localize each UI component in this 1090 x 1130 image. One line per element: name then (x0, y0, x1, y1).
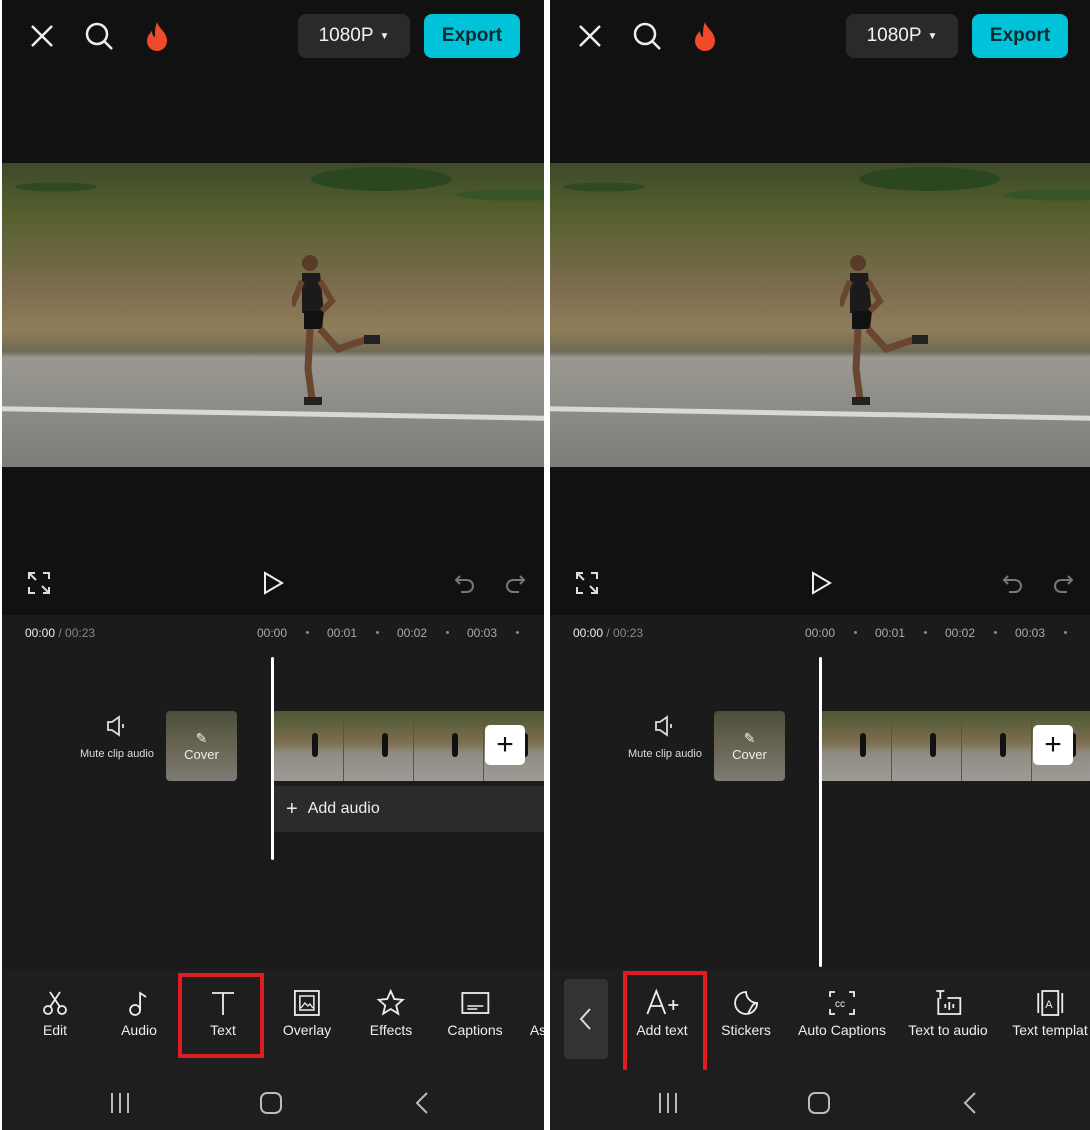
auto-captions-icon: cc (829, 991, 855, 1015)
tick-dot (446, 631, 449, 634)
close-icon[interactable] (24, 18, 60, 54)
svg-text:cc: cc (835, 999, 845, 1010)
tick-label: 00:00 (805, 626, 836, 640)
tick-label: 00:00 (257, 626, 288, 640)
speaker-icon (107, 715, 124, 737)
runner-figure (292, 255, 380, 405)
add-audio-button[interactable]: + Add audio (274, 786, 544, 832)
plus-icon: + (286, 797, 298, 820)
chevron-left-icon (579, 1008, 591, 1030)
overlay-icon (294, 990, 320, 1016)
tool-edit[interactable]: Edit (40, 988, 70, 1038)
add-clip-button[interactable]: + (1033, 725, 1073, 765)
cover-label: Cover (184, 747, 219, 762)
home-icon[interactable] (257, 1090, 285, 1116)
tool-text-template[interactable]: A Text templat (1012, 988, 1088, 1038)
text-template-icon: A (1037, 990, 1063, 1016)
svg-text:A: A (1045, 999, 1053, 1011)
search-icon[interactable] (81, 18, 117, 54)
resolution-value: 1080P (318, 25, 374, 46)
caret-down-icon: ▼ (927, 30, 938, 42)
cover-button[interactable]: ✎ Cover (166, 711, 237, 781)
tick-dot (516, 631, 519, 634)
edit-pencil-icon: ✎ (743, 730, 756, 746)
caret-down-icon: ▼ (379, 30, 390, 42)
scissors-icon (43, 991, 67, 1015)
flame-icon[interactable] (687, 18, 723, 54)
mute-label: Mute clip audio (80, 748, 154, 760)
tool-stickers[interactable]: Stickers (721, 988, 771, 1038)
play-icon[interactable] (260, 570, 286, 596)
cover-label: Cover (732, 747, 767, 762)
add-clip-button[interactable]: + (485, 725, 525, 765)
tool-audio[interactable]: Audio (121, 988, 157, 1038)
tool-overlay[interactable]: Overlay (283, 988, 331, 1038)
back-icon[interactable] (957, 1090, 985, 1116)
resolution-dropdown[interactable]: 1080P ▼ (846, 14, 958, 58)
mute-label: Mute clip audio (628, 748, 702, 760)
playhead[interactable] (271, 657, 274, 860)
video-preview[interactable] (550, 163, 1090, 467)
undo-icon[interactable] (1000, 570, 1026, 596)
editor-screen-main: 1080P ▼ Export 00:00 / 00:23 00:00 00:01 … (2, 0, 544, 1130)
undo-icon[interactable] (452, 570, 478, 596)
resolution-value: 1080P (866, 25, 922, 46)
runner-figure (840, 255, 928, 405)
recent-apps-icon[interactable] (654, 1090, 682, 1116)
toolbar-back-button[interactable] (564, 979, 608, 1059)
export-button[interactable]: Export (424, 14, 520, 58)
music-note-icon (129, 991, 147, 1016)
speaker-icon (655, 715, 672, 737)
redo-icon[interactable] (502, 570, 528, 596)
tool-auto-captions[interactable]: cc Auto Captions (798, 988, 886, 1038)
tick-dot (376, 631, 379, 634)
tool-effects[interactable]: Effects (370, 988, 412, 1038)
tool-aspect[interactable]: As (523, 988, 544, 1038)
mute-clip-audio-button[interactable]: Mute clip audio (610, 714, 720, 760)
search-icon[interactable] (629, 18, 665, 54)
recent-apps-icon[interactable] (106, 1090, 134, 1116)
highlight-box (178, 973, 264, 1058)
home-icon[interactable] (805, 1090, 833, 1116)
tool-text-to-audio[interactable]: Text to audio (908, 988, 988, 1038)
flame-icon[interactable] (139, 18, 175, 54)
resolution-dropdown[interactable]: 1080P ▼ (298, 14, 410, 58)
close-icon[interactable] (572, 18, 608, 54)
sticker-icon (734, 991, 758, 1015)
tick-dot (1064, 631, 1067, 634)
time-readout: 00:00 / 00:23 (573, 626, 644, 640)
editor-screen-text: 1080P ▼ Export 00:00 / 00:23 00:00 00:01 … (550, 0, 1090, 1130)
tick-label: 00:01 (327, 626, 358, 640)
aspect-icon (523, 988, 544, 1018)
text-to-audio-icon (935, 990, 961, 1015)
edit-pencil-icon: ✎ (195, 730, 208, 746)
tick-dot (854, 631, 857, 634)
playhead[interactable] (819, 657, 822, 967)
add-audio-label: Add audio (307, 800, 380, 817)
captions-icon (461, 992, 489, 1014)
mute-clip-audio-button[interactable]: Mute clip audio (62, 714, 172, 760)
tool-captions[interactable]: Captions (447, 988, 503, 1038)
tick-label: 00:03 (467, 626, 498, 640)
tick-dot (994, 631, 997, 634)
fullscreen-icon[interactable] (574, 570, 600, 596)
effects-star-icon (376, 988, 406, 1016)
tick-label: 00:02 (397, 626, 428, 640)
tick-label: 00:01 (875, 626, 906, 640)
cover-button[interactable]: ✎ Cover (714, 711, 785, 781)
tick-label: 00:02 (945, 626, 976, 640)
tick-dot (306, 631, 309, 634)
export-button[interactable]: Export (972, 14, 1068, 58)
highlight-box (623, 971, 707, 1075)
play-icon[interactable] (808, 570, 834, 596)
time-readout: 00:00 / 00:23 (25, 626, 96, 640)
tick-label: 00:03 (1015, 626, 1046, 640)
fullscreen-icon[interactable] (26, 570, 52, 596)
tick-dot (924, 631, 927, 634)
back-icon[interactable] (409, 1090, 437, 1116)
redo-icon[interactable] (1050, 570, 1076, 596)
video-preview[interactable] (2, 163, 544, 467)
